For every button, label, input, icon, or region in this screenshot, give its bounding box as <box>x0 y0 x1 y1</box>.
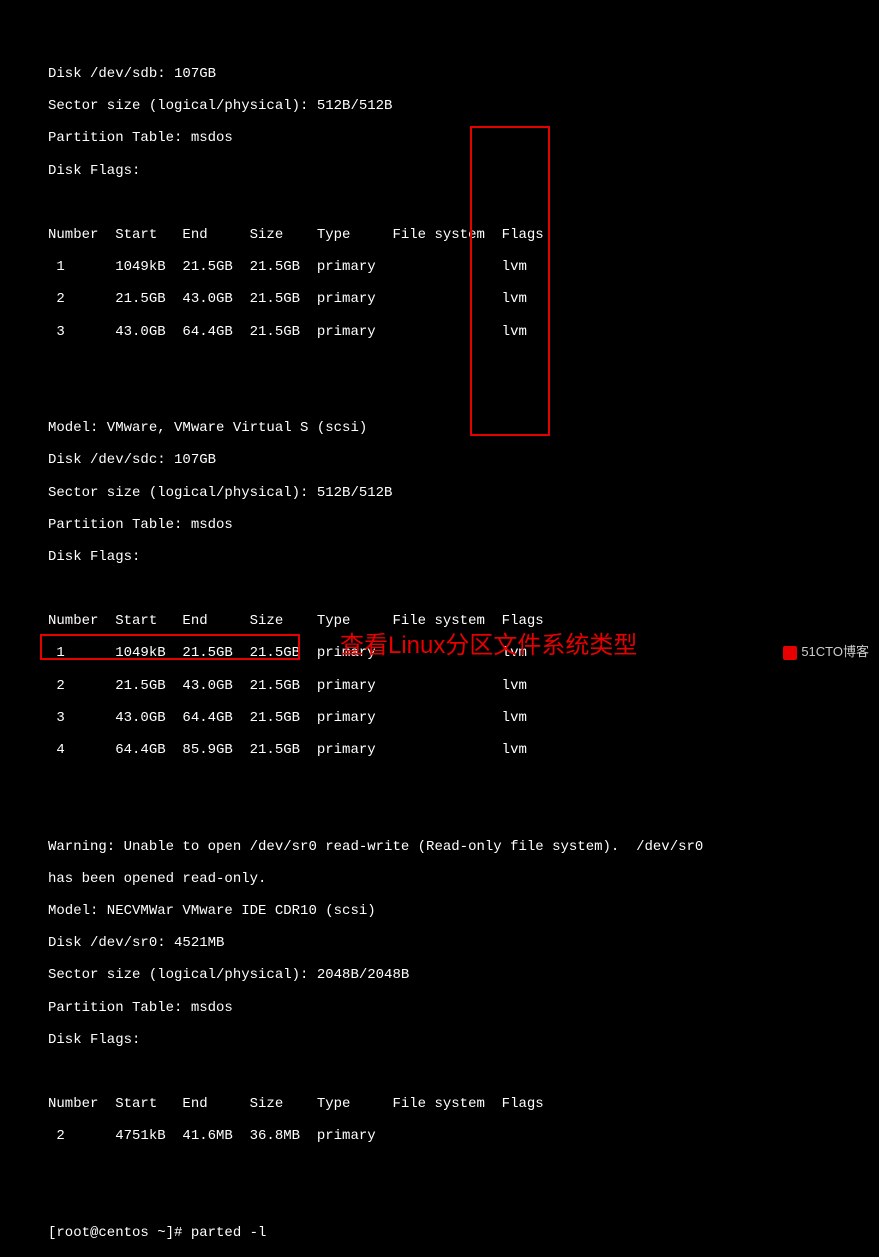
blank-line <box>48 388 879 404</box>
blank-line <box>48 1160 879 1176</box>
table-row: 3 43.0GB 64.4GB 21.5GB primary lvm <box>48 710 879 726</box>
blank-line <box>48 356 879 372</box>
blank-line <box>48 1193 879 1209</box>
warning-line: has been opened read-only. <box>48 871 879 887</box>
shell-prompt[interactable]: [root@centos ~]# parted -l <box>48 1225 879 1241</box>
table-row: 4 64.4GB 85.9GB 21.5GB primary lvm <box>48 742 879 758</box>
ptable-line: Partition Table: msdos <box>48 130 879 146</box>
table-row: 3 43.0GB 64.4GB 21.5GB primary lvm <box>48 324 879 340</box>
warning-line: Warning: Unable to open /dev/sr0 read-wr… <box>48 839 879 855</box>
table-row: 2 21.5GB 43.0GB 21.5GB primary lvm <box>48 291 879 307</box>
table-row: 2 21.5GB 43.0GB 21.5GB primary lvm <box>48 678 879 694</box>
terminal-output: Disk /dev/sdb: 107GB Sector size (logica… <box>0 0 879 1257</box>
flags-line: Disk Flags: <box>48 1032 879 1048</box>
blank-line <box>48 1064 879 1080</box>
ptable-line: Partition Table: msdos <box>48 517 879 533</box>
blank-line <box>48 195 879 211</box>
disk-line: Disk /dev/sdc: 107GB <box>48 452 879 468</box>
blank-line <box>48 581 879 597</box>
sector-line: Sector size (logical/physical): 2048B/20… <box>48 967 879 983</box>
flags-line: Disk Flags: <box>48 549 879 565</box>
watermark: 51CTO博客 <box>783 645 869 660</box>
watermark-text: 51CTO博客 <box>801 645 869 660</box>
model-line: Model: NECVMWar VMware IDE CDR10 (scsi) <box>48 903 879 919</box>
model-line: Model: VMware, VMware Virtual S (scsi) <box>48 420 879 436</box>
watermark-logo-icon <box>783 646 797 660</box>
sector-line: Sector size (logical/physical): 512B/512… <box>48 485 879 501</box>
disk-line: Disk /dev/sr0: 4521MB <box>48 935 879 951</box>
ptable-line: Partition Table: msdos <box>48 1000 879 1016</box>
sector-line: Sector size (logical/physical): 512B/512… <box>48 98 879 114</box>
table-row: 2 4751kB 41.6MB 36.8MB primary <box>48 1128 879 1144</box>
blank-line <box>48 806 879 822</box>
table-header: Number Start End Size Type File system F… <box>48 1096 879 1112</box>
annotation-text: 查看Linux分区文件系统类型 <box>340 632 637 660</box>
table-row: 1 1049kB 21.5GB 21.5GB primary lvm <box>48 259 879 275</box>
table-header: Number Start End Size Type File system F… <box>48 613 879 629</box>
disk-line: Disk /dev/sdb: 107GB <box>48 66 879 82</box>
table-header: Number Start End Size Type File system F… <box>48 227 879 243</box>
blank-line <box>48 774 879 790</box>
flags-line: Disk Flags: <box>48 163 879 179</box>
